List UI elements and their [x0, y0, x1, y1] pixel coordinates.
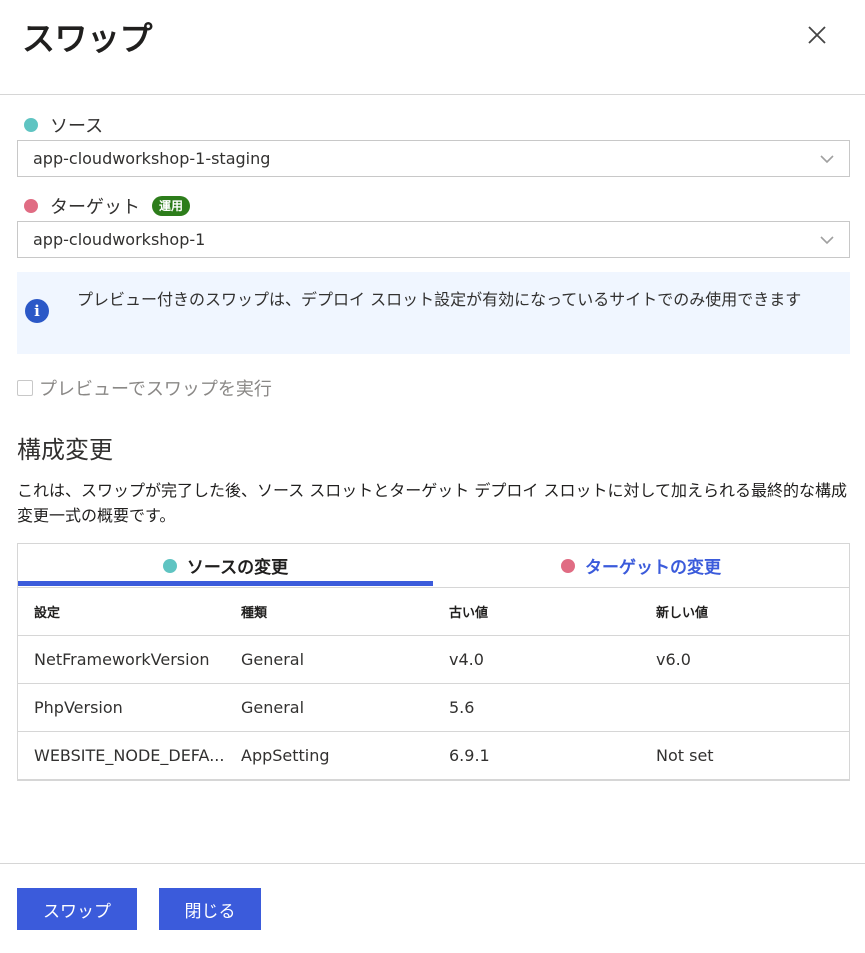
- cell-old-value: v4.0: [449, 650, 484, 669]
- close-icon: [808, 26, 826, 44]
- cell-old-value: 6.9.1: [449, 746, 490, 765]
- cell-type: General: [241, 650, 305, 669]
- source-dot-icon: [162, 558, 177, 573]
- source-slot-value: app-cloudworkshop-1-staging: [33, 149, 271, 168]
- config-changes-title: 構成変更: [17, 436, 113, 464]
- column-header-new-value: 新しい値: [656, 606, 709, 621]
- dialog-title: スワップ: [22, 19, 153, 58]
- preview-swap-label: プレビューでスワップを実行: [39, 379, 272, 400]
- close-button[interactable]: [800, 18, 834, 52]
- target-slot-value: app-cloudworkshop-1: [33, 230, 206, 249]
- target-label: ターゲット: [50, 197, 140, 218]
- cell-new-value: Not set: [656, 746, 714, 765]
- target-slot-dropdown[interactable]: app-cloudworkshop-1: [17, 221, 850, 258]
- table-row: WEBSITE_NODE_DEFA... AppSetting 6.9.1 No…: [18, 732, 849, 780]
- chevron-down-icon: [820, 236, 834, 245]
- active-tab-indicator: [18, 581, 433, 586]
- table-header-row: 設定 種類 古い値 新しい値: [18, 588, 849, 636]
- column-header-type: 種類: [241, 606, 268, 621]
- source-dot-icon: [24, 118, 38, 132]
- target-label-row: ターゲット 運用: [24, 193, 191, 219]
- cell-type: AppSetting: [241, 746, 330, 765]
- target-dot-icon: [24, 199, 38, 213]
- cell-setting: WEBSITE_NODE_DEFA...: [34, 746, 224, 765]
- table-row: NetFrameworkVersion General v4.0 v6.0: [18, 636, 849, 684]
- cell-new-value: v6.0: [656, 650, 691, 669]
- info-text: プレビュー付きのスワップは、デプロイ スロット設定が有効になっているサイトでのみ…: [77, 290, 802, 309]
- header-divider: [0, 94, 865, 95]
- swap-button[interactable]: スワップ: [17, 888, 137, 930]
- tab-target-label: ターゲットの変更: [585, 558, 721, 578]
- source-slot-dropdown[interactable]: app-cloudworkshop-1-staging: [17, 140, 850, 177]
- source-label: ソース: [50, 116, 104, 137]
- config-changes-table: ソースの変更 ターゲットの変更 設定 種類 古い値 新しい値 NetFramew…: [17, 543, 850, 781]
- preview-swap-checkbox-row[interactable]: プレビューでスワップを実行: [17, 375, 272, 401]
- table-row: PhpVersion General 5.6: [18, 684, 849, 732]
- close-dialog-button[interactable]: 閉じる: [159, 888, 261, 930]
- cell-new-value: [656, 684, 836, 731]
- cell-setting: PhpVersion: [34, 698, 123, 717]
- preview-swap-checkbox[interactable]: [17, 380, 33, 396]
- column-header-old-value: 古い値: [449, 606, 489, 621]
- info-banner: i プレビュー付きのスワップは、デプロイ スロット設定が有効になっているサイトで…: [17, 272, 850, 354]
- target-dot-icon: [561, 558, 575, 573]
- config-changes-description: これは、スワップが完了した後、ソース スロットとターゲット デプロイ スロットに…: [17, 481, 847, 525]
- info-icon: i: [25, 299, 49, 323]
- production-badge: 運用: [152, 196, 191, 216]
- cell-setting: NetFrameworkVersion: [34, 650, 210, 669]
- column-header-setting: 設定: [34, 606, 61, 621]
- tab-target-changes[interactable]: ターゲットの変更: [433, 544, 849, 587]
- changes-tabs: ソースの変更 ターゲットの変更: [18, 544, 849, 588]
- cell-type: General: [241, 698, 305, 717]
- tab-source-label: ソースの変更: [186, 558, 289, 578]
- cell-old-value: 5.6: [449, 698, 475, 717]
- chevron-down-icon: [820, 155, 834, 164]
- source-label-row: ソース: [24, 112, 103, 138]
- footer-divider: [0, 863, 865, 864]
